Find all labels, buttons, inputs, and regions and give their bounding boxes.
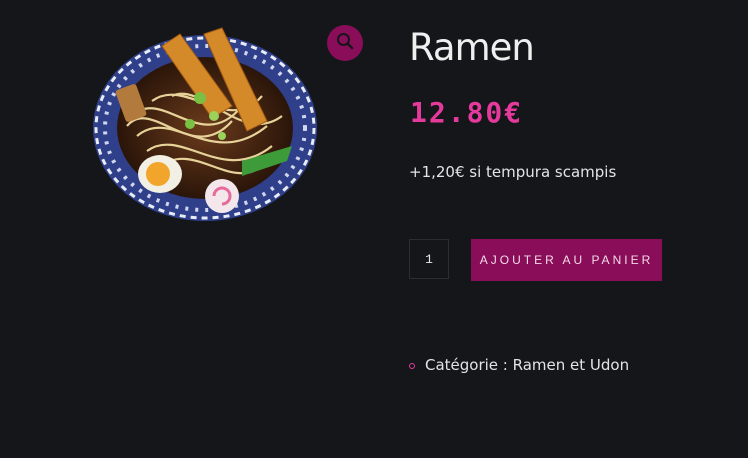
magnifier-icon [336, 32, 354, 54]
product-price: 12.80€ [410, 96, 524, 129]
add-to-cart-button[interactable]: Ajouter au panier [471, 239, 662, 281]
product-category: Catégorie : Ramen et Udon [409, 356, 629, 374]
bullet-icon [409, 362, 415, 369]
product-image[interactable] [92, 26, 318, 222]
category-text: Catégorie : Ramen et Udon [425, 356, 630, 374]
product-note: +1,20€ si tempura scampis [409, 163, 617, 181]
product-title: Ramen [409, 26, 535, 69]
zoom-button[interactable] [327, 25, 363, 61]
quantity-input[interactable] [409, 239, 449, 279]
